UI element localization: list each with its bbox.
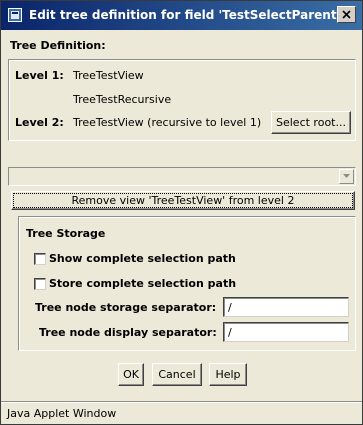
level1-label: Level 1: [15,69,64,82]
display-separator-label: Tree node display separator: [39,326,217,339]
select-root-button[interactable]: Select root... [271,111,351,134]
storage-separator-field[interactable]: / [223,297,349,317]
show-path-label[interactable]: Show complete selection path [49,252,236,265]
close-button[interactable] [337,6,356,23]
level1-value: TreeTestView [73,69,144,82]
display-separator-field[interactable]: / [223,322,349,342]
status-bar: Java Applet Window [1,401,362,424]
level2-label: Level 2: [15,116,64,129]
remove-view-button[interactable]: Remove view 'TreeTestView' from level 2 [11,191,355,210]
store-path-checkbox[interactable] [34,278,46,290]
level2-value: TreeTestView (recursive to level 1) [73,116,262,129]
java-window-icon [8,8,22,22]
window-title: Edit tree definition for field 'TestSele… [29,8,341,22]
dialog-window: Edit tree definition for field 'TestSele… [0,0,363,425]
applet-warning-text: Java Applet Window [7,407,117,420]
title-bar[interactable]: Edit tree definition for field 'TestSele… [1,1,362,30]
help-button[interactable]: Help [209,363,247,386]
chevron-down-icon [340,174,353,178]
view-select[interactable] [8,167,356,186]
cancel-button[interactable]: Cancel [152,363,202,386]
store-path-label[interactable]: Store complete selection path [49,277,236,290]
storage-separator-label: Tree node storage separator: [35,301,217,314]
level1-sub-value: TreeTestRecursive [73,93,172,106]
ok-button[interactable]: OK [118,363,144,386]
combo-dropdown-button[interactable] [339,169,354,184]
show-path-checkbox[interactable] [34,253,46,265]
tree-storage-heading: Tree Storage [26,227,106,240]
close-x-icon [338,10,355,19]
tree-definition-heading: Tree Definition: [10,39,106,52]
